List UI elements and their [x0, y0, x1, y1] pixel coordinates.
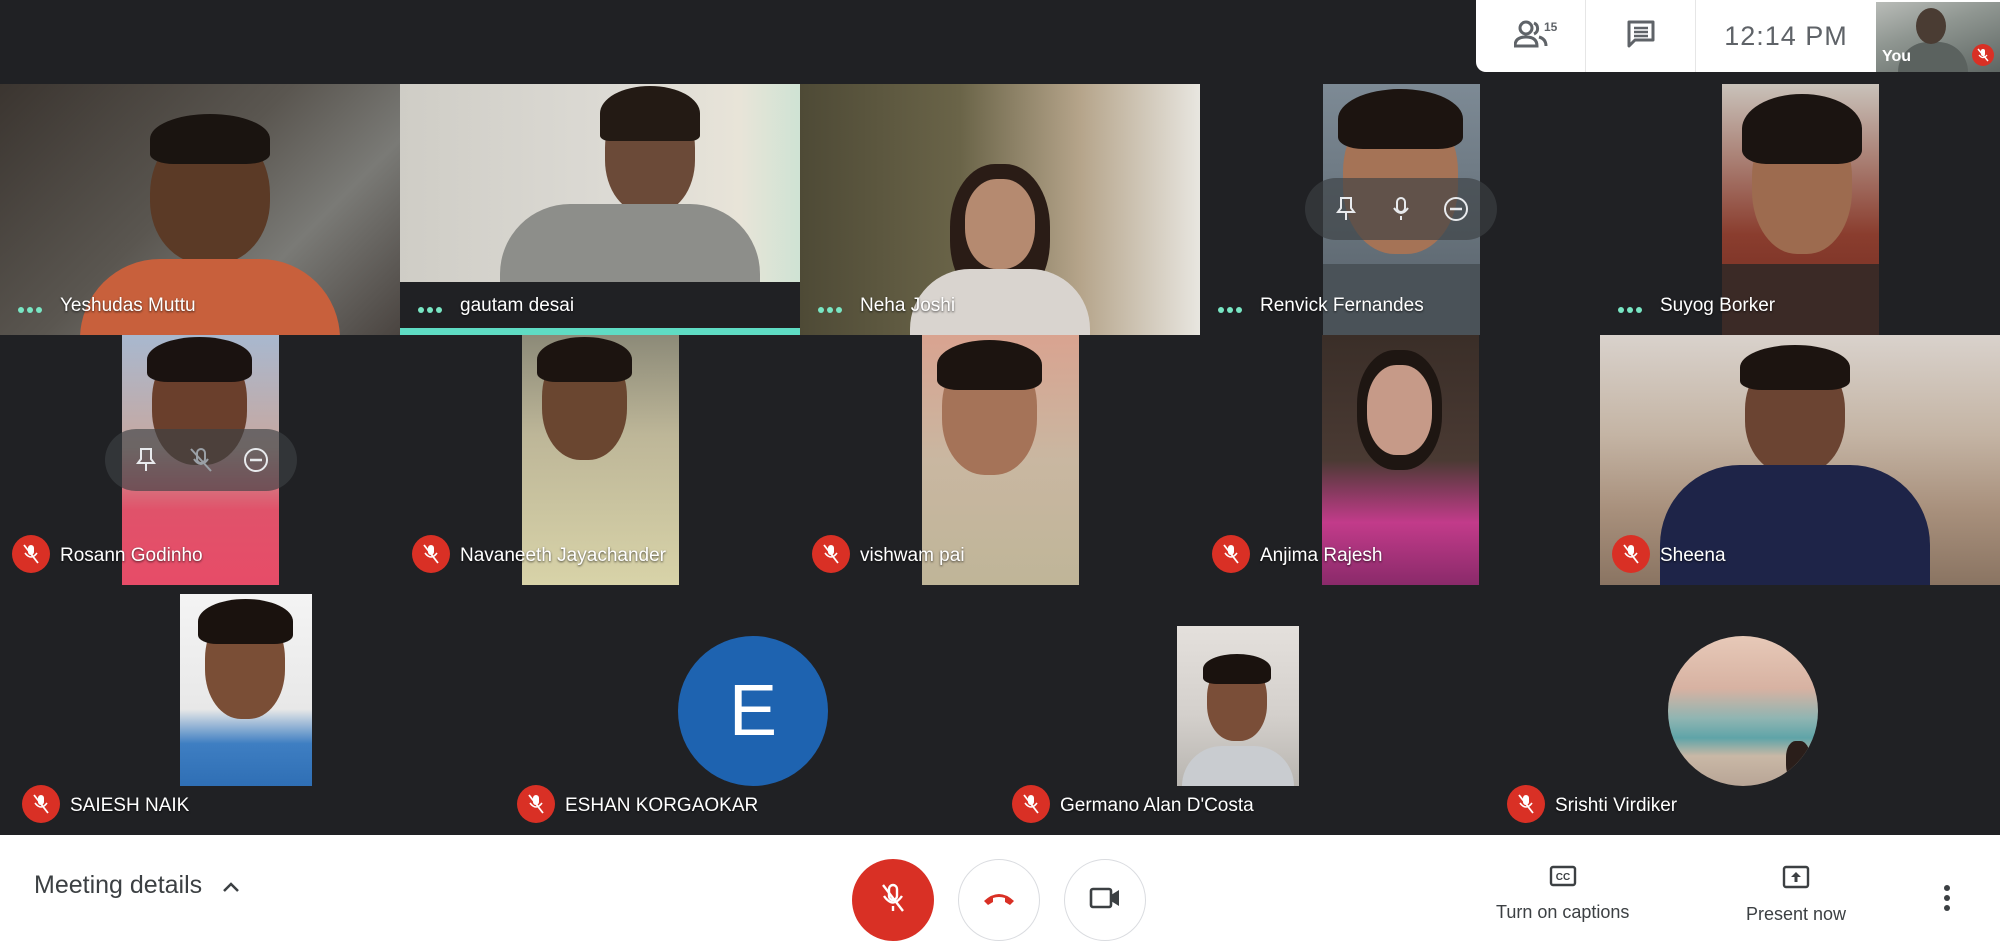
audio-indicator-icon	[818, 307, 842, 313]
participant-tile[interactable]: Neha Joshi	[800, 84, 1200, 335]
participant-name: SAIESH NAIK	[70, 795, 190, 816]
self-label: You	[1882, 48, 1912, 65]
audio-indicator-icon	[18, 307, 42, 313]
participant-name: gautam desai	[460, 295, 575, 316]
participant-name: ESHAN KORGAOKAR	[565, 795, 759, 816]
participant-tile-speaking[interactable]: gautam desai	[400, 84, 800, 335]
pin-icon[interactable]	[1326, 189, 1366, 229]
audio-indicator-icon	[418, 307, 442, 313]
participant-name: Anjima Rajesh	[1260, 545, 1383, 566]
meeting-details-label: Meeting details	[34, 871, 203, 899]
hang-up-icon	[981, 889, 1017, 912]
participant-tile[interactable]: Rosann Godinho	[0, 335, 400, 585]
mic-off-icon	[880, 882, 906, 919]
mic-icon[interactable]	[1381, 189, 1421, 229]
pin-icon[interactable]	[126, 440, 166, 480]
clock: 12:14 PM	[1724, 20, 1848, 51]
leave-call-button[interactable]	[958, 859, 1040, 941]
participant-video	[400, 84, 800, 282]
avatar: E	[678, 636, 828, 786]
closed-captions-icon: CC	[1549, 865, 1577, 892]
tile-hover-controls	[1305, 178, 1497, 240]
participant-video	[180, 594, 312, 786]
muted-badge-icon	[1612, 535, 1650, 573]
avatar	[1668, 636, 1818, 786]
self-view-tile[interactable]: You	[1876, 2, 2000, 72]
audio-indicator-icon	[1218, 307, 1242, 313]
participant-tile[interactable]: Sheena	[1600, 335, 2000, 585]
participant-count: 15	[1544, 20, 1558, 34]
people-icon	[1512, 20, 1548, 53]
dot	[1944, 895, 1950, 901]
muted-badge-icon	[812, 535, 850, 573]
participant-tile[interactable]: Renvick Fernandes	[1200, 84, 1600, 335]
bottom-control-bar: Meeting details CC Turn on captions Pres…	[0, 835, 2000, 943]
self-video-head	[1916, 8, 1946, 44]
dot	[1944, 885, 1950, 891]
remove-icon[interactable]	[1436, 189, 1476, 229]
participant-name: Navaneeth Jayachander	[460, 545, 666, 566]
muted-badge-icon	[12, 535, 50, 573]
present-label: Present now	[1746, 904, 1847, 924]
video-camera-icon	[1089, 887, 1121, 914]
speaking-indicator	[400, 328, 800, 335]
participant-tile[interactable]: SAIESH NAIK	[10, 588, 505, 835]
more-options-button[interactable]	[1944, 885, 1950, 911]
participant-name: Germano Alan D'Costa	[1060, 795, 1254, 816]
audio-indicator-icon	[1618, 307, 1642, 313]
participant-name: Renvick Fernandes	[1260, 295, 1424, 316]
participant-tile[interactable]: Suyog Borker	[1600, 84, 2000, 335]
mic-off-icon[interactable]	[181, 440, 221, 480]
muted-badge-icon	[1212, 535, 1250, 573]
participant-tile[interactable]: vishwam pai	[800, 335, 1200, 585]
muted-badge-icon	[1012, 785, 1050, 823]
chat-icon	[1626, 19, 1656, 54]
meeting-details-button[interactable]: Meeting details	[34, 871, 240, 900]
chat-button[interactable]	[1586, 0, 1696, 72]
participant-tile[interactable]: Yeshudas Muttu	[0, 84, 400, 335]
camera-toggle-button[interactable]	[1064, 859, 1146, 941]
participant-name: Sheena	[1660, 545, 1726, 566]
participant-name: Yeshudas Muttu	[60, 295, 196, 316]
present-now-button[interactable]: Present now	[1746, 865, 1846, 925]
remove-icon[interactable]	[236, 440, 276, 480]
muted-badge-icon	[22, 785, 60, 823]
participant-video	[1177, 626, 1299, 786]
participant-name: Srishti Virdiker	[1555, 795, 1678, 816]
participants-button[interactable]: 15	[1476, 0, 1586, 72]
captions-label: Turn on captions	[1496, 902, 1630, 922]
microphone-toggle-button[interactable]	[852, 859, 934, 941]
participant-tile[interactable]: E ESHAN KORGAOKAR	[505, 588, 1000, 835]
muted-badge-icon	[1507, 785, 1545, 823]
chevron-up-icon	[222, 871, 240, 900]
muted-badge-icon	[412, 535, 450, 573]
tile-hover-controls	[105, 429, 297, 491]
participant-tile[interactable]: Anjima Rajesh	[1200, 335, 1600, 585]
participant-tile[interactable]: Srishti Virdiker	[1495, 588, 1990, 835]
captions-button[interactable]: CC Turn on captions	[1496, 865, 1629, 923]
dot	[1944, 905, 1950, 911]
mic-off-icon	[1972, 44, 1994, 66]
muted-badge-icon	[517, 785, 555, 823]
present-screen-icon	[1782, 865, 1810, 894]
svg-text:CC: CC	[1555, 872, 1569, 883]
participant-tile[interactable]: Germano Alan D'Costa	[1000, 588, 1495, 835]
participant-tile[interactable]: Navaneeth Jayachander	[400, 335, 800, 585]
participant-name: Suyog Borker	[1660, 295, 1776, 316]
participant-name: Neha Joshi	[860, 295, 956, 316]
meet-window: 15 12:14 PM You Yeshudas Muttu gautam de…	[0, 0, 2000, 943]
participant-name: vishwam pai	[860, 545, 965, 566]
participant-name: Rosann Godinho	[60, 545, 203, 566]
